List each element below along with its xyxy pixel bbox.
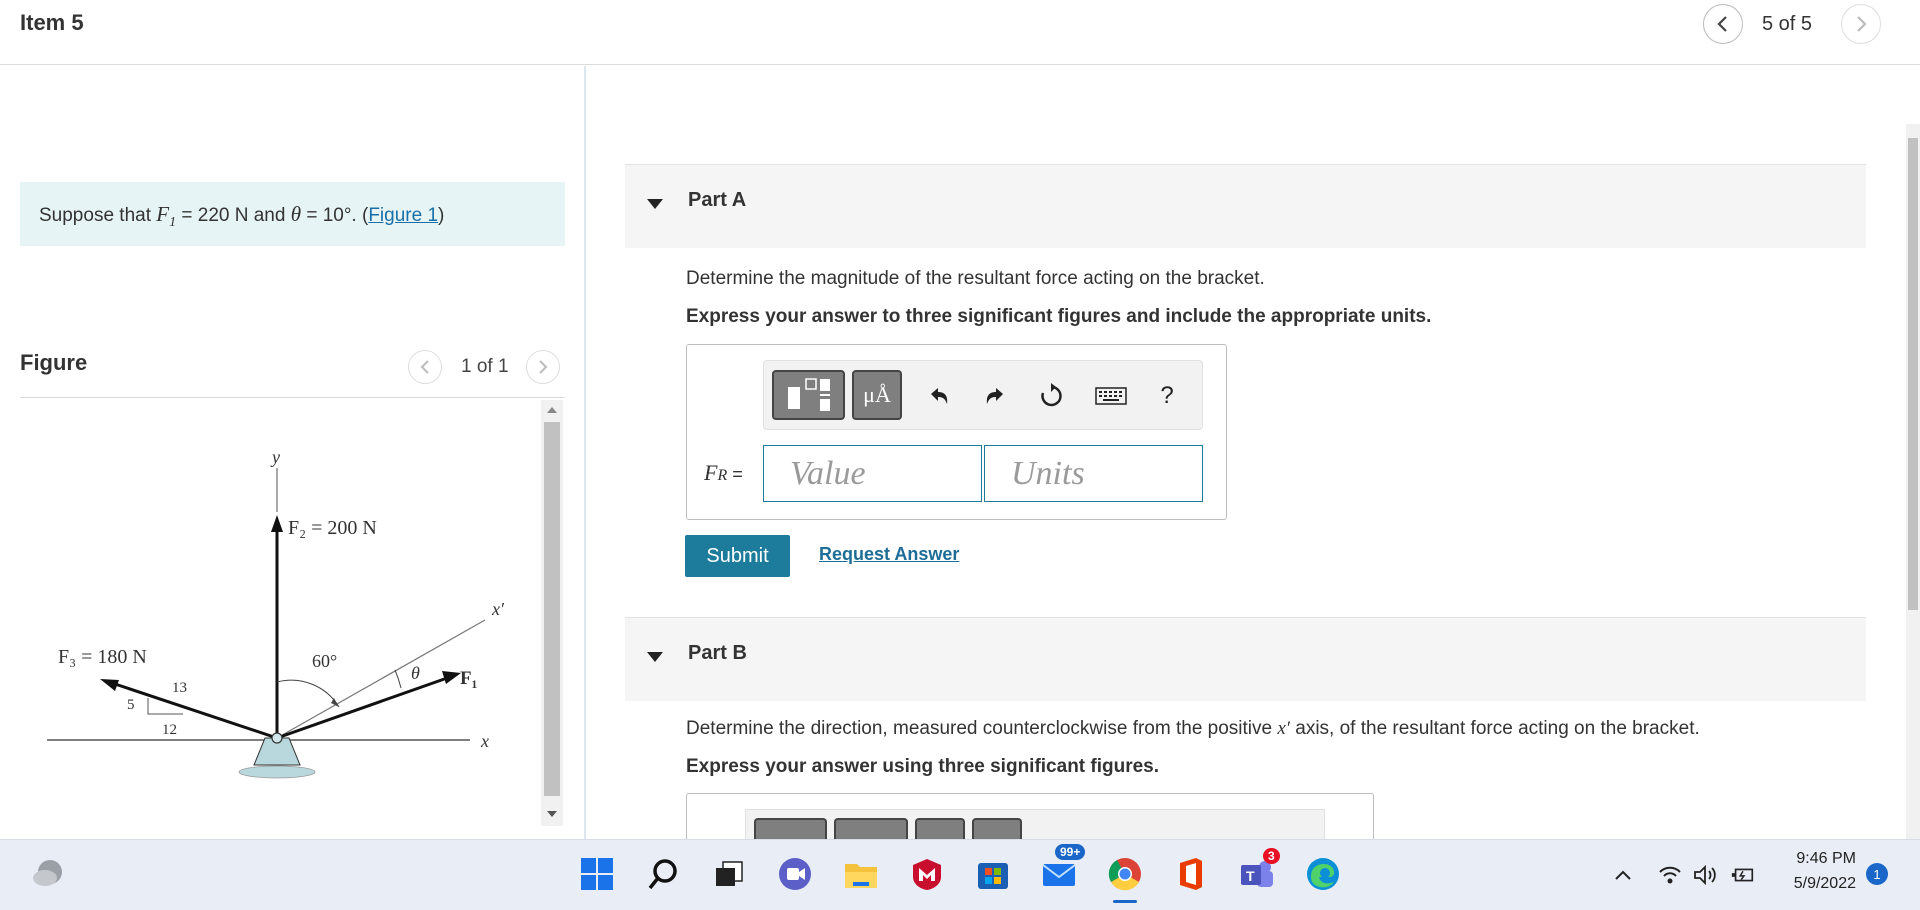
active-app-indicator — [1113, 900, 1137, 903]
part-a-answer-box: μÅ ? FR = — [686, 344, 1227, 520]
label-side-12: 12 — [162, 722, 177, 738]
search-icon[interactable] — [643, 854, 683, 894]
collapse-caret-icon[interactable] — [647, 199, 663, 209]
scroll-down-icon[interactable] — [546, 810, 558, 818]
mail-icon[interactable]: 99+ — [1039, 844, 1086, 894]
label-angle-60: 60° — [312, 651, 337, 671]
wifi-icon[interactable] — [1657, 862, 1683, 888]
part-a-header[interactable]: Part A — [625, 164, 1866, 248]
volume-icon[interactable] — [1693, 862, 1719, 888]
templates-icon — [787, 378, 830, 411]
office-icon[interactable] — [1171, 854, 1211, 894]
task-view-icon[interactable] — [709, 854, 749, 894]
figure-header: Figure 1 of 1 — [20, 348, 565, 398]
theta-value: = 10°. ( — [301, 205, 369, 226]
part-b-instruction: Express your answer using three signific… — [686, 756, 1160, 777]
chat-icon[interactable] — [775, 854, 815, 894]
part-b-question-var: x′ — [1277, 718, 1290, 739]
figure-image: y F₂ = 200 N x′ F₃ = 180 N 60° θ F₁ x 13… — [20, 400, 540, 839]
item-title: Item 5 — [20, 10, 84, 35]
item-header: Item 5 5 of 5 — [0, 0, 1920, 65]
label-f3: F₃ = 180 N — [58, 646, 147, 668]
part-b-question-pre: Determine the direction, measured counte… — [686, 718, 1278, 739]
chevron-up-icon[interactable] — [1610, 862, 1636, 888]
units-input[interactable] — [984, 445, 1203, 502]
reset-icon[interactable] — [1036, 381, 1066, 411]
clock-time[interactable]: 9:46 PM — [1788, 850, 1856, 868]
math-toolbar: μÅ ? — [763, 360, 1203, 430]
part-a-question: Determine the magnitude of the resultant… — [686, 268, 1265, 289]
submit-button[interactable]: Submit — [685, 535, 790, 577]
figure-scroll-thumb[interactable] — [544, 422, 560, 796]
figure-prev-button[interactable] — [408, 350, 442, 384]
clock-date[interactable]: 5/9/2022 — [1776, 875, 1856, 893]
part-a-label: Part A — [688, 189, 747, 211]
chrome-icon[interactable] — [1105, 854, 1145, 903]
figure-title: Figure — [20, 350, 88, 375]
teams-icon[interactable]: T 3 — [1237, 848, 1280, 894]
teams-badge: 3 — [1263, 848, 1280, 864]
scroll-up-icon[interactable] — [546, 406, 558, 414]
label-y: y — [270, 447, 280, 467]
next-item-button[interactable] — [1841, 4, 1881, 44]
previous-item-button[interactable] — [1703, 4, 1743, 44]
figure-next-button[interactable] — [526, 350, 560, 384]
label-f1: F₁ — [460, 668, 477, 689]
figure-link[interactable]: Figure 1 — [368, 205, 438, 226]
problem-statement: Suppose that F1 = 220 N and θ = 10°. (Fi… — [20, 182, 565, 246]
chevron-right-icon — [1857, 16, 1867, 32]
item-position: 5 of 5 — [1762, 13, 1813, 35]
theta-symbol: θ — [290, 202, 302, 226]
windows-taskbar: 99+ T 3 9:46 PM 5/9/2022 1 — [0, 839, 1920, 910]
edge-icon[interactable] — [1303, 854, 1343, 894]
label-side-5: 5 — [127, 697, 135, 713]
weather-icon[interactable] — [28, 854, 68, 894]
value-input[interactable] — [763, 445, 982, 502]
part-b-question-post: axis, of the resultant force acting on t… — [1289, 718, 1700, 739]
problem-suffix: ) — [438, 205, 445, 226]
collapse-caret-icon[interactable] — [647, 652, 663, 662]
label-x-prime: x′ — [491, 599, 505, 619]
force-diagram: y F₂ = 200 N x′ F₃ = 180 N 60° θ F₁ x 13… — [47, 447, 505, 779]
chevron-left-icon — [420, 360, 429, 374]
keyboard-icon[interactable] — [1094, 381, 1128, 411]
part-b-label: Part B — [688, 642, 747, 664]
label-x: x — [480, 731, 489, 751]
pane-divider[interactable] — [584, 66, 586, 839]
main-scroll-thumb[interactable] — [1908, 138, 1918, 610]
mail-badge: 99+ — [1055, 844, 1086, 860]
help-button[interactable]: ? — [1152, 381, 1182, 411]
label-f2: F₂ = 200 N — [288, 517, 377, 539]
answer-variable-label: FR = — [704, 460, 743, 486]
file-explorer-icon[interactable] — [841, 854, 881, 894]
redo-icon[interactable] — [980, 381, 1010, 411]
var-subscript: R — [717, 467, 728, 484]
battery-icon[interactable] — [1730, 862, 1756, 888]
label-side-13: 13 — [172, 680, 187, 696]
undo-icon[interactable] — [924, 381, 954, 411]
part-b-question: Determine the direction, measured counte… — [686, 718, 1700, 740]
chevron-left-icon — [1717, 16, 1727, 32]
problem-prefix: Suppose that — [39, 205, 157, 226]
main-scrollbar[interactable] — [1906, 124, 1920, 839]
templates-button[interactable] — [772, 370, 845, 420]
notification-badge[interactable]: 1 — [1866, 863, 1888, 885]
figure-count: 1 of 1 — [461, 356, 509, 377]
label-theta: θ — [411, 663, 420, 683]
microsoft-store-icon[interactable] — [973, 854, 1013, 894]
figure-scrollbar[interactable] — [541, 400, 563, 826]
f1-symbol: F — [156, 202, 170, 226]
request-answer-link[interactable]: Request Answer — [819, 544, 959, 565]
var-symbol: F — [704, 460, 718, 485]
f1-value: = 220 N and — [176, 205, 291, 226]
svg-text:T: T — [1246, 868, 1255, 884]
start-menu-icon[interactable] — [577, 854, 617, 894]
part-a-instruction: Express your answer to three significant… — [686, 306, 1432, 327]
chevron-right-icon — [539, 360, 548, 374]
mcafee-icon[interactable] — [907, 854, 947, 894]
var-equals: = — [727, 464, 743, 484]
units-button[interactable]: μÅ — [852, 370, 902, 420]
part-b-header[interactable]: Part B — [625, 617, 1866, 701]
